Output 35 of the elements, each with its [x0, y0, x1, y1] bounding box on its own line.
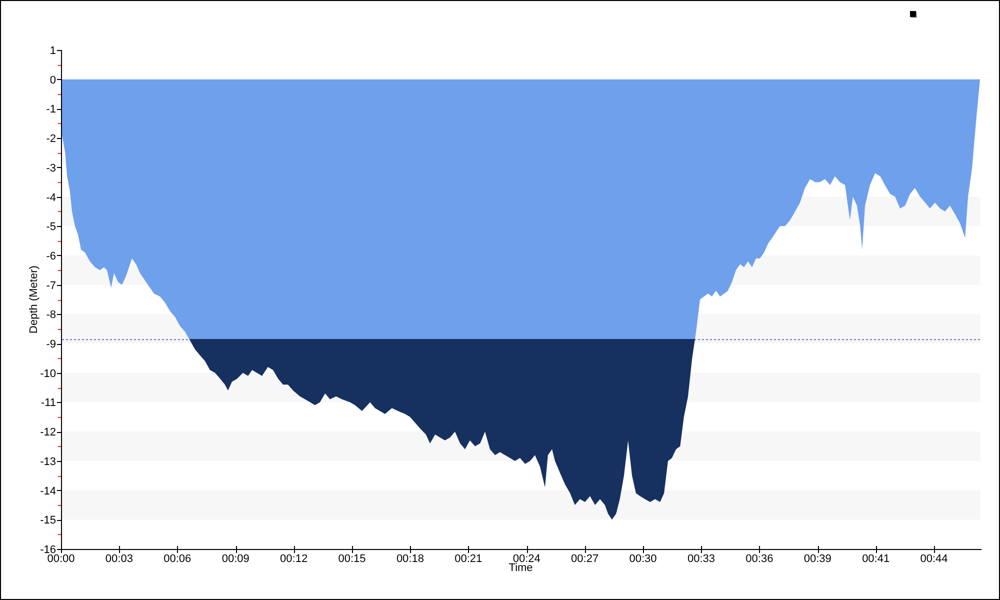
y-tick-label: 0: [50, 74, 56, 86]
x-tick-label: 00:12: [280, 553, 308, 565]
x-tick-label: 00:30: [629, 553, 657, 565]
x-tick-label: 00:36: [746, 553, 774, 565]
y-tick-label: 1: [50, 45, 56, 57]
y-tick-label: -9: [46, 338, 56, 351]
y-tick-label: -12: [40, 426, 56, 439]
y-tick-label: -1: [46, 104, 56, 116]
x-tick-label: 00:00: [47, 553, 75, 565]
y-tick-label: -5: [46, 221, 56, 234]
x-tick-label: 00:41: [862, 553, 890, 565]
x-axis-title: Time: [508, 562, 533, 574]
x-tick-label: 00:27: [571, 553, 599, 565]
y-tick-label: -10: [40, 368, 56, 380]
x-tick-label: 00:33: [687, 553, 715, 565]
y-axis-title: Depth (Meter): [28, 266, 40, 334]
x-tick-label: 00:09: [222, 553, 250, 565]
y-tick-label: -13: [40, 456, 56, 468]
x-tick-label: 00:15: [338, 553, 366, 565]
y-tick-label: -11: [40, 397, 56, 410]
y-tick-label: -4: [46, 192, 56, 204]
x-tick-label: 00:21: [454, 553, 482, 565]
x-tick-label: 00:39: [804, 553, 832, 565]
x-tick-label: 00:06: [164, 553, 192, 565]
x-tick-label: 00:18: [396, 553, 424, 565]
y-tick-label: -8: [46, 309, 56, 322]
y-tick-label: -3: [46, 162, 56, 174]
y-tick-label: -14: [40, 485, 56, 498]
x-tick-label: 00:03: [105, 553, 133, 565]
y-tick-label: -7: [46, 280, 56, 292]
legend-marker-icon: [910, 11, 917, 18]
y-tick-label: -15: [40, 514, 56, 527]
x-tick-label: 00:44: [920, 553, 948, 565]
y-tick-label: -6: [46, 250, 56, 262]
y-tick-label: -2: [46, 133, 56, 146]
